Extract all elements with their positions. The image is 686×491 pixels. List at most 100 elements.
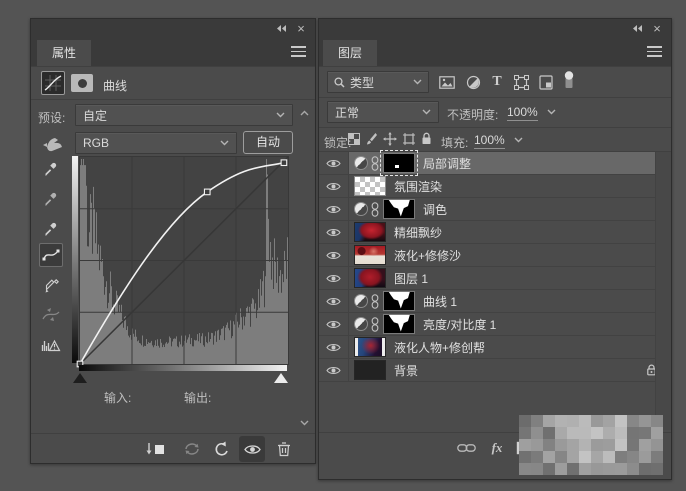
curves-adjustment-icon[interactable] bbox=[41, 71, 65, 95]
gray-point-eyedropper-icon[interactable] bbox=[39, 187, 63, 211]
properties-titlebar[interactable]: × bbox=[31, 19, 315, 36]
panel-menu-icon[interactable] bbox=[291, 46, 306, 57]
layer-name[interactable]: 氛围渲染 bbox=[394, 178, 442, 195]
filter-type-layers-icon[interactable]: T bbox=[488, 73, 506, 91]
opacity-value[interactable]: 100% bbox=[507, 105, 538, 121]
layer-thumbnail[interactable] bbox=[354, 360, 386, 380]
layer-row[interactable]: 背景 bbox=[319, 359, 671, 382]
filter-kind-dropdown[interactable]: 类型 bbox=[327, 71, 429, 93]
tab-layers[interactable]: 图层 bbox=[323, 40, 377, 66]
mask-link-icon[interactable] bbox=[371, 202, 379, 217]
reset-adjustment-icon[interactable] bbox=[211, 439, 233, 459]
layer-thumbnail[interactable] bbox=[354, 176, 386, 196]
toggle-visibility-icon[interactable] bbox=[239, 436, 265, 462]
pencil-tool-icon[interactable] bbox=[39, 273, 63, 297]
layer-row[interactable]: 亮度/对比度 1 bbox=[319, 313, 671, 336]
mask-properties-icon[interactable] bbox=[71, 74, 93, 92]
scroll-down-icon[interactable] bbox=[300, 415, 309, 429]
layer-visibility-toggle[interactable] bbox=[319, 175, 349, 197]
filter-adjustment-layers-icon[interactable] bbox=[463, 73, 483, 91]
shadow-input-slider[interactable] bbox=[73, 373, 87, 383]
histogram-clipping-warning-icon[interactable] bbox=[39, 333, 63, 357]
mask-link-icon[interactable] bbox=[371, 156, 379, 171]
layer-row[interactable]: 曲线 1 bbox=[319, 290, 671, 313]
layer-row[interactable]: 图层 1 bbox=[319, 267, 671, 290]
layer-name[interactable]: 背景 bbox=[394, 362, 418, 379]
delete-adjustment-icon[interactable] bbox=[273, 438, 295, 460]
layer-name[interactable]: 图层 1 bbox=[394, 270, 428, 287]
layer-name[interactable]: 亮度/对比度 1 bbox=[423, 316, 496, 333]
layers-titlebar[interactable]: × bbox=[319, 19, 671, 36]
collapse-panel-icon[interactable] bbox=[629, 22, 645, 34]
layer-mask-thumbnail[interactable] bbox=[383, 314, 415, 334]
layer-mask-thumbnail[interactable] bbox=[383, 153, 415, 173]
layer-style-fx-icon[interactable]: fx bbox=[487, 439, 507, 457]
smooth-curve-tool-icon[interactable] bbox=[39, 303, 63, 327]
layer-thumbnail[interactable] bbox=[354, 245, 386, 265]
layer-row[interactable]: 局部调整 bbox=[319, 152, 671, 175]
white-point-eyedropper-icon[interactable] bbox=[39, 217, 63, 241]
layer-visibility-toggle[interactable] bbox=[319, 198, 349, 220]
fill-value[interactable]: 100% bbox=[474, 133, 505, 149]
link-layers-icon[interactable] bbox=[455, 439, 477, 457]
preset-dropdown[interactable]: 自定 bbox=[75, 104, 293, 126]
filter-switch-icon[interactable] bbox=[561, 69, 577, 91]
curves-plot[interactable] bbox=[79, 156, 289, 365]
black-point-eyedropper-icon[interactable] bbox=[39, 157, 63, 181]
filter-pixel-layers-icon[interactable] bbox=[437, 73, 457, 91]
layer-mask-thumbnail[interactable] bbox=[383, 291, 415, 311]
close-panel-icon[interactable]: × bbox=[293, 22, 309, 34]
filter-shape-layers-icon[interactable] bbox=[511, 73, 531, 91]
mask-link-icon[interactable] bbox=[371, 317, 379, 332]
layer-visibility-toggle[interactable] bbox=[319, 290, 349, 312]
layer-name[interactable]: 局部调整 bbox=[423, 155, 471, 172]
lock-all-icon[interactable] bbox=[419, 130, 433, 146]
layer-thumbnail[interactable] bbox=[354, 337, 386, 357]
layer-name[interactable]: 精细飘纱 bbox=[394, 224, 442, 241]
scroll-up-icon[interactable] bbox=[300, 105, 309, 119]
view-previous-state-icon[interactable] bbox=[181, 439, 203, 459]
lock-transparency-icon[interactable] bbox=[347, 132, 361, 146]
layer-row[interactable]: 调色 bbox=[319, 198, 671, 221]
close-panel-icon[interactable]: × bbox=[649, 22, 665, 34]
layer-visibility-toggle[interactable] bbox=[319, 244, 349, 266]
adjustment-layer-icon[interactable] bbox=[354, 202, 368, 216]
layer-thumbnail[interactable] bbox=[354, 268, 386, 288]
channel-dropdown[interactable]: RGB bbox=[75, 132, 237, 154]
edit-points-tool-icon[interactable] bbox=[39, 243, 63, 267]
layer-thumbnail[interactable] bbox=[354, 222, 386, 242]
mask-link-icon[interactable] bbox=[371, 294, 379, 309]
collapse-panel-icon[interactable] bbox=[273, 22, 289, 34]
layer-name[interactable]: 液化人物+修创帮 bbox=[394, 339, 485, 356]
layer-visibility-toggle[interactable] bbox=[319, 359, 349, 381]
layer-visibility-toggle[interactable] bbox=[319, 267, 349, 289]
auto-button[interactable]: 自动 bbox=[243, 131, 293, 154]
chevron-down-icon[interactable] bbox=[514, 137, 523, 143]
clip-to-layer-icon[interactable] bbox=[145, 439, 167, 459]
adjustment-layer-icon[interactable] bbox=[354, 294, 368, 308]
blend-mode-dropdown[interactable]: 正常 bbox=[327, 101, 439, 123]
layer-mask-thumbnail[interactable] bbox=[383, 199, 415, 219]
layer-name[interactable]: 曲线 1 bbox=[423, 293, 457, 310]
layer-visibility-toggle[interactable] bbox=[319, 221, 349, 243]
layer-visibility-toggle[interactable] bbox=[319, 313, 349, 335]
layer-row[interactable]: 精细飘纱 bbox=[319, 221, 671, 244]
adjustment-layer-icon[interactable] bbox=[354, 156, 368, 170]
layer-row[interactable]: 液化人物+修创帮 bbox=[319, 336, 671, 359]
layer-visibility-toggle[interactable] bbox=[319, 152, 349, 174]
layers-scroll-gutter[interactable] bbox=[655, 152, 671, 430]
layer-name[interactable]: 液化+修修沙 bbox=[394, 247, 461, 264]
filter-smart-object-icon[interactable] bbox=[536, 73, 556, 91]
layer-row[interactable]: 液化+修修沙 bbox=[319, 244, 671, 267]
tab-properties[interactable]: 属性 bbox=[37, 40, 91, 66]
panel-menu-icon[interactable] bbox=[647, 46, 662, 57]
highlight-input-slider[interactable] bbox=[274, 373, 288, 383]
layer-name[interactable]: 调色 bbox=[423, 201, 447, 218]
chevron-down-icon[interactable] bbox=[547, 109, 556, 115]
lock-artboard-icon[interactable] bbox=[401, 131, 417, 147]
adjustment-layer-icon[interactable] bbox=[354, 317, 368, 331]
lock-position-move-icon[interactable] bbox=[382, 131, 398, 147]
lock-pixels-brush-icon[interactable] bbox=[365, 131, 379, 147]
layer-visibility-toggle[interactable] bbox=[319, 336, 349, 358]
targeted-adjustment-tool-icon[interactable] bbox=[39, 131, 65, 155]
